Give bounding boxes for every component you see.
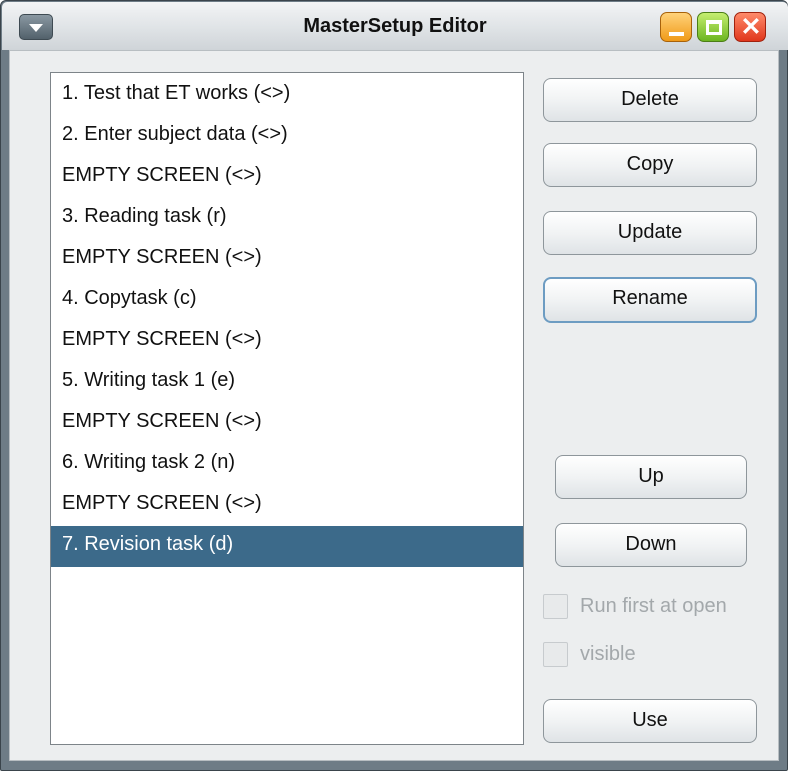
editor-panel: 1. Test that ET works (<>) 2. Enter subj… bbox=[9, 50, 779, 761]
maximize-icon bbox=[706, 20, 722, 35]
close-icon: ✕ bbox=[740, 13, 762, 41]
list-item[interactable]: 5. Writing task 1 (e) bbox=[51, 362, 523, 403]
delete-button[interactable]: Delete bbox=[543, 78, 757, 122]
list-item-selected[interactable]: 7. Revision task (d) bbox=[51, 526, 523, 567]
list-item[interactable]: EMPTY SCREEN (<>) bbox=[51, 403, 523, 444]
run-first-at-open-checkbox[interactable] bbox=[543, 594, 568, 619]
visible-label: visible bbox=[580, 643, 636, 665]
title-bar[interactable]: MasterSetup Editor ✕ bbox=[2, 2, 788, 50]
list-item[interactable]: EMPTY SCREEN (<>) bbox=[51, 239, 523, 280]
update-button[interactable]: Update bbox=[543, 211, 757, 255]
list-item[interactable]: EMPTY SCREEN (<>) bbox=[51, 321, 523, 362]
minimize-button[interactable] bbox=[660, 12, 692, 42]
list-item[interactable]: 1. Test that ET works (<>) bbox=[51, 75, 523, 116]
maximize-button[interactable] bbox=[697, 12, 729, 42]
list-item[interactable]: 3. Reading task (r) bbox=[51, 198, 523, 239]
list-item[interactable]: 4. Copytask (c) bbox=[51, 280, 523, 321]
mastersetup-editor-window: MasterSetup Editor ✕ 1. Test that ET wor… bbox=[0, 0, 788, 771]
list-item[interactable]: 2. Enter subject data (<>) bbox=[51, 116, 523, 157]
close-button[interactable]: ✕ bbox=[734, 12, 766, 42]
list-item[interactable]: EMPTY SCREEN (<>) bbox=[51, 485, 523, 526]
task-list[interactable]: 1. Test that ET works (<>) 2. Enter subj… bbox=[50, 72, 524, 745]
list-item[interactable]: 6. Writing task 2 (n) bbox=[51, 444, 523, 485]
visible-checkbox[interactable] bbox=[543, 642, 568, 667]
down-button[interactable]: Down bbox=[555, 523, 747, 567]
up-button[interactable]: Up bbox=[555, 455, 747, 499]
run-first-at-open-label: Run first at open bbox=[580, 595, 727, 617]
list-item[interactable]: EMPTY SCREEN (<>) bbox=[51, 157, 523, 198]
use-button[interactable]: Use bbox=[543, 699, 757, 743]
copy-button[interactable]: Copy bbox=[543, 143, 757, 187]
rename-button[interactable]: Rename bbox=[543, 277, 757, 323]
minimize-icon bbox=[669, 32, 684, 36]
